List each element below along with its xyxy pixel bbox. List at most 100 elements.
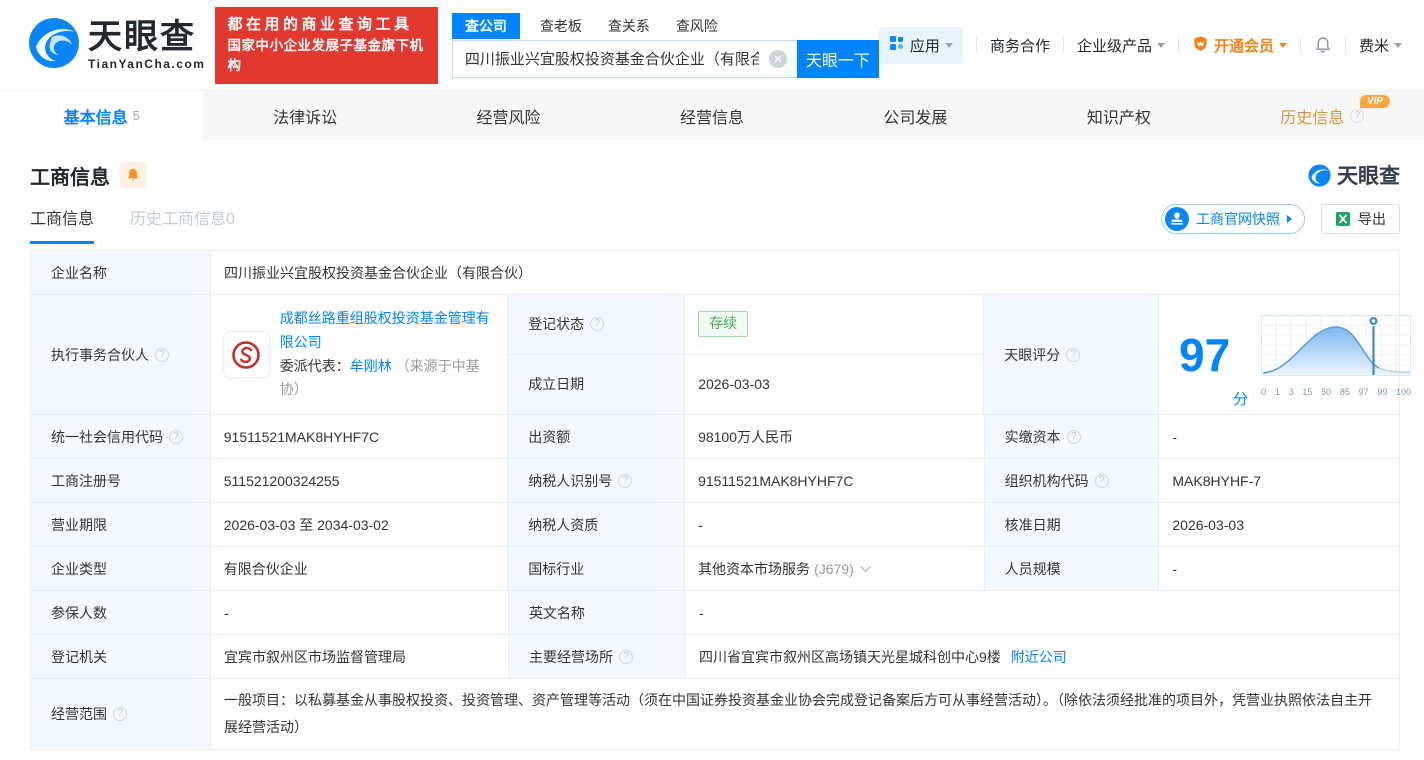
org-code-label: 组织机构代码 ? — [984, 459, 1160, 502]
question-icon[interactable]: ? — [155, 347, 169, 362]
table-row: 企业类型 有限合伙企业 国标行业 其他资本市场服务 (J679) 人员规模 - — [31, 547, 1399, 591]
search-tab-relation[interactable]: 查关系 — [608, 16, 650, 36]
subtab-business-info[interactable]: 工商信息 — [30, 205, 95, 244]
export-button[interactable]: 导出 — [1321, 204, 1400, 234]
tab-company-development[interactable]: 公司发展 — [814, 91, 1017, 140]
question-icon[interactable]: ? — [113, 707, 127, 721]
search-tab-boss[interactable]: 查老板 — [540, 16, 582, 36]
nav-enterprise[interactable]: 企业级产品 — [1077, 35, 1165, 56]
question-icon[interactable]: ? — [590, 317, 605, 332]
nav-open-membership[interactable]: 开通会员 — [1192, 35, 1287, 56]
tab-history-info[interactable]: 历史信息 ? VIP — [1221, 91, 1424, 140]
bell-icon — [128, 168, 138, 181]
reg-status-label: 登记状态 ? — [508, 295, 686, 354]
score-number: 97 — [1178, 328, 1231, 381]
subtab-history-business-info[interactable]: 历史工商信息0 — [130, 205, 235, 244]
tab-operating-info[interactable]: 经营信息 — [610, 91, 813, 140]
partner-company-link[interactable]: 成都丝路重组股权投资基金管理有限公司 — [280, 310, 490, 350]
business-scope-value: 一般项目：以私募基金从事股权投资、投资管理、资产管理等活动（须在中国证券投资基金… — [224, 691, 1372, 735]
credit-code-value: 91511521MAK8HYHF7C — [211, 415, 509, 458]
industry-code: (J679) — [814, 560, 854, 577]
nav-cooperation[interactable]: 商务合作 — [990, 35, 1050, 56]
stamp-icon — [1165, 207, 1189, 231]
taxpayer-id-label: 纳税人识别号 ? — [508, 459, 686, 502]
official-snapshot-button[interactable]: 工商官网快照 — [1161, 204, 1305, 234]
tab-operating-risk[interactable]: 经营风险 — [407, 91, 610, 140]
business-term-value: 2026-03-03 至 2034-03-02 — [211, 503, 509, 546]
top-header: 天眼查 TianYanCha.com 都在用的商业查询工具 国家中小企业发展子基… — [0, 0, 1424, 90]
table-row: 经营范围 ? 一般项目：以私募基金从事股权投资、投资管理、资产管理等活动（须在中… — [31, 679, 1399, 749]
score-value: 97 分 0 1 3 15 50 85 97 99 100 — [1159, 295, 1412, 414]
rep-name-link[interactable]: 牟刚林 — [350, 358, 392, 374]
search-tab-company[interactable]: 查公司 — [451, 12, 520, 39]
tab-intellectual-property[interactable]: 知识产权 — [1017, 91, 1220, 140]
nav-apps[interactable]: 应用 — [878, 26, 963, 64]
approval-date-label: 核准日期 — [984, 503, 1160, 546]
tab-legal-proceedings[interactable]: 法律诉讼 — [203, 91, 406, 140]
slogan-banner: 都在用的商业查询工具 国家中小企业发展子基金旗下机构 — [215, 6, 438, 84]
search-button[interactable]: 天眼一下 — [796, 39, 879, 78]
executive-partner-label: 执行事务合伙人 ? — [31, 295, 211, 414]
search-area: 查公司 查老板 查关系 查风险 ✕ 天眼一下 — [451, 12, 879, 78]
clear-search-icon[interactable]: ✕ — [768, 49, 787, 68]
english-name-value: - — [699, 604, 704, 621]
reg-number-value: 511521200324255 — [211, 459, 509, 502]
divider — [1344, 37, 1346, 53]
question-icon[interactable]: ? — [1066, 429, 1081, 444]
business-info-table: 企业名称 四川振业兴宜股权投资基金合伙企业（有限合伙） 执行事务合伙人 ? 成都… — [30, 250, 1412, 750]
score-label: 天眼评分 ? — [984, 295, 1159, 414]
tianyancha-logo[interactable]: 天眼查 TianYanCha.com — [28, 17, 205, 74]
caret-down-icon — [1156, 42, 1165, 48]
english-name-label: 英文名称 — [509, 591, 686, 634]
chevron-down-icon[interactable] — [860, 562, 871, 573]
company-type-label: 企业类型 — [31, 547, 211, 590]
table-row: 企业名称 四川振业兴宜股权投资基金合伙企业（有限合伙） — [31, 251, 1399, 295]
establish-date-value: 2026-03-03 — [698, 376, 770, 393]
paid-capital-value: - — [1172, 428, 1178, 445]
subscribe-bell-button[interactable] — [120, 162, 146, 188]
bell-icon — [1315, 37, 1331, 53]
notification-bell[interactable] — [1314, 36, 1332, 54]
insured-count-label: 参保人数 — [31, 591, 211, 634]
watermark-logo: 天眼查 — [1308, 160, 1400, 190]
table-row: 工商注册号 511521200324255 纳税人识别号 ? 91511521M… — [31, 459, 1399, 503]
tab-basic-info[interactable]: 基本信息 5 — [0, 91, 204, 140]
business-term-label: 营业期限 — [31, 503, 211, 546]
brand-logo-icon — [1308, 163, 1331, 187]
divider — [975, 37, 977, 53]
industry-value: 其他资本市场服务 (J679) — [685, 547, 985, 590]
brand-logo-icon — [28, 17, 80, 74]
question-icon[interactable]: ? — [169, 429, 183, 444]
reg-status-value: 存续 — [685, 295, 983, 354]
arrow-right-icon — [1287, 215, 1292, 223]
search-input[interactable] — [451, 39, 797, 78]
nearby-companies-link[interactable]: 附近公司 — [1011, 647, 1067, 667]
establish-date-label: 成立日期 — [508, 354, 686, 414]
question-icon[interactable]: ? — [619, 649, 633, 664]
industry-label: 国标行业 — [508, 547, 686, 590]
business-scope-label: 经营范围 ? — [31, 679, 211, 749]
question-icon[interactable]: ? — [618, 473, 633, 488]
apps-grid-icon — [889, 35, 905, 55]
brand-name: 天眼查 — [88, 18, 196, 56]
table-row: 参保人数 - 英文名称 - — [31, 591, 1399, 635]
company-name-label: 企业名称 — [31, 251, 211, 294]
excel-icon — [1336, 212, 1350, 226]
nav-user-menu[interactable]: 费米 — [1359, 35, 1402, 56]
reg-authority-value: 宜宾市叙州区市场监督管理局 — [211, 635, 509, 678]
question-icon[interactable]: ? — [1066, 347, 1081, 362]
score-distribution-chart: 01 3 15 50 85 97 99 100 — [1261, 313, 1412, 397]
search-tab-risk[interactable]: 查风险 — [676, 16, 718, 36]
credit-code-label: 统一社会信用代码 ? — [31, 415, 211, 458]
section-title: 工商信息 — [30, 166, 110, 189]
staff-size-label: 人员规模 — [984, 547, 1160, 590]
divider — [1299, 37, 1301, 53]
question-icon[interactable]: ? — [1350, 108, 1365, 123]
divider — [1177, 37, 1179, 53]
taxpayer-id-value: 91511521MAK8HYHF7C — [685, 459, 985, 502]
company-nav-tabs: 基本信息 5 法律诉讼 经营风险 经营信息 公司发展 知识产权 历史信息 ? V… — [0, 90, 1424, 140]
company-name-value: 四川振业兴宜股权投资基金合伙企业（有限合伙） — [224, 264, 532, 281]
member-shield-icon — [1192, 35, 1209, 56]
brand-domain: TianYanCha.com — [88, 57, 206, 71]
question-icon[interactable]: ? — [1094, 473, 1109, 488]
